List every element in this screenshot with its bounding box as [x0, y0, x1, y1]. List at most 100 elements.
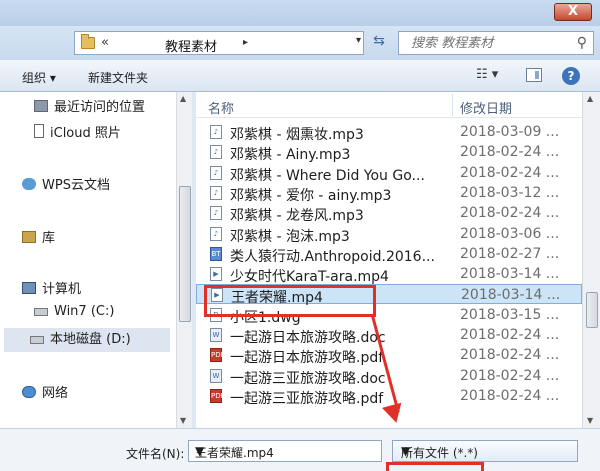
- navigation-scrollbar[interactable]: ▲ ▼: [176, 92, 192, 428]
- file-date: 2018-02-24 ...: [460, 367, 560, 384]
- file-row[interactable]: ♪ 邓紫棋 - Ainy.mp3 2018-02-24 ...: [196, 142, 582, 164]
- nav-item-computer[interactable]: 计算机: [22, 278, 81, 298]
- mp3-file-icon: ♪: [210, 185, 222, 200]
- preview-pane-icon[interactable]: [526, 68, 542, 82]
- nav-item-recent-places[interactable]: 最近访问的位置: [34, 96, 145, 116]
- address-overflow-chevron[interactable]: «: [101, 35, 109, 50]
- mp3-file-icon: ♪: [210, 226, 222, 241]
- file-date: 2018-03-12 ...: [460, 184, 560, 201]
- column-divider[interactable]: [452, 94, 453, 116]
- address-dropdown-icon[interactable]: ▾: [356, 35, 361, 46]
- recent-places-icon: [34, 100, 48, 112]
- file-date: 2018-02-24 ...: [460, 387, 560, 404]
- column-header-date[interactable]: 修改日期: [460, 98, 512, 117]
- file-date: 2018-02-24 ...: [460, 347, 560, 364]
- document-icon: [34, 124, 44, 138]
- address-bar[interactable]: « 教程素材 ▸ ▾: [74, 31, 364, 55]
- file-date: 2018-03-09 ...: [460, 124, 560, 140]
- search-icon[interactable]: ⚲: [577, 35, 587, 51]
- file-date: 2018-02-24 ...: [460, 205, 560, 222]
- refresh-button[interactable]: ⇆: [368, 33, 390, 53]
- file-name: 一起游日本旅游攻略.doc: [230, 330, 386, 346]
- new-folder-button[interactable]: 新建文件夹: [88, 69, 148, 86]
- file-row[interactable]: ▶ 少女时代KaraT-ara.mp4 2018-03-14 ...: [196, 264, 582, 286]
- filename-label: 文件名(N):: [126, 447, 185, 461]
- file-name: 一起游日本旅游攻略.pdf: [230, 350, 384, 367]
- nav-item-network[interactable]: 网络: [22, 382, 68, 402]
- file-date: 2018-02-27 ...: [460, 245, 560, 262]
- filetype-select[interactable]: 所有文件 (*.*) ▼: [392, 440, 578, 462]
- mp3-file-icon: ♪: [210, 165, 222, 180]
- file-name: 一起游三亚旅游攻略.doc: [230, 370, 386, 387]
- search-input[interactable]: [399, 32, 559, 54]
- file-date: 2018-03-14 ...: [460, 266, 560, 283]
- file-date: 2018-02-24 ...: [460, 144, 560, 161]
- file-name: 类人猿行动.Anthropoid.2016...: [230, 248, 435, 265]
- scroll-down-icon[interactable]: ▼: [587, 416, 593, 425]
- file-row[interactable]: ♪ 邓紫棋 - Where Did You Go... 2018-02-24 ...: [196, 163, 582, 184]
- file-name: 邓紫棋 - 龙卷风.mp3: [230, 208, 364, 225]
- nav-item-icloud-photos[interactable]: iCloud 照片: [34, 122, 121, 142]
- help-icon[interactable]: ?: [562, 67, 580, 85]
- chevron-down-icon[interactable]: ▼: [401, 444, 572, 458]
- file-date: 2018-03-14 ...: [461, 287, 561, 304]
- file-list-scroll-thumb[interactable]: [586, 292, 598, 328]
- column-header-name[interactable]: 名称: [208, 98, 234, 117]
- file-name: 一起游三亚旅游攻略.pdf: [230, 390, 384, 407]
- file-row[interactable]: PDF 一起游三亚旅游攻略.pdf 2018-02-24 ...: [196, 386, 582, 407]
- path-arrow-icon[interactable]: ▸: [243, 37, 248, 48]
- file-name: 邓紫棋 - Where Did You Go...: [230, 167, 425, 184]
- file-name: 少女时代KaraT-ara.mp4: [230, 269, 389, 286]
- drive-icon: [34, 308, 48, 316]
- navigation-pane: 最近访问的位置 iCloud 照片 WPS云文档 库 计算机 Win7 (C:)…: [0, 92, 176, 428]
- filename-input[interactable]: 王者荣耀.mp4 ▼: [188, 440, 382, 462]
- pdf-file-icon: PDF: [210, 388, 225, 403]
- scroll-up-icon[interactable]: ▲: [587, 94, 593, 103]
- nav-item-drive-d[interactable]: 本地磁盘 (D:): [4, 328, 170, 352]
- file-date: 2018-02-24 ...: [460, 327, 560, 343]
- file-row[interactable]: BT 类人猿行动.Anthropoid.2016... 2018-02-27 ...: [196, 244, 582, 265]
- address-path[interactable]: 教程素材: [165, 36, 217, 55]
- file-row[interactable]: ♪ 邓紫棋 - 爱你 - ainy.mp3 2018-03-12 ...: [196, 183, 582, 204]
- search-box[interactable]: ⚲: [398, 31, 594, 55]
- file-row[interactable]: ♪ 邓紫棋 - 龙卷风.mp3 2018-02-24 ...: [196, 203, 582, 225]
- file-date: 2018-03-06 ...: [460, 225, 560, 242]
- mp4-file-icon: ▶: [210, 267, 222, 282]
- file-name: 邓紫棋 - 爱你 - ainy.mp3: [230, 187, 392, 204]
- mp3-file-icon: ♪: [210, 145, 222, 160]
- folder-icon: [81, 34, 95, 49]
- title-bar: X: [0, 0, 600, 26]
- annotation-highlight-box-bottom: [386, 462, 484, 471]
- pdf-file-icon: PDF: [210, 348, 225, 363]
- file-date: 2018-03-15 ...: [460, 306, 560, 323]
- file-row[interactable]: ♪ 邓紫棋 - 泡沫.mp3 2018-03-06 ...: [196, 224, 582, 245]
- organize-menu[interactable]: 组织 ▾: [22, 69, 56, 86]
- file-name: 邓紫棋 - 泡沫.mp3: [230, 228, 350, 245]
- doc-file-icon: W: [210, 368, 222, 383]
- nav-item-wps-cloud[interactable]: WPS云文档: [22, 174, 110, 194]
- file-dialog-footer: 文件名(N): 王者荣耀.mp4 ▼ 所有文件 (*.*) ▼: [0, 428, 600, 471]
- mp3-file-icon: ♪: [210, 125, 222, 139]
- nav-item-libraries[interactable]: 库: [22, 227, 55, 247]
- bt-file-icon: BT: [210, 246, 222, 261]
- file-row[interactable]: PDF 一起游日本旅游攻略.pdf 2018-02-24 ...: [196, 345, 582, 367]
- scroll-down-icon[interactable]: ▼: [180, 416, 186, 425]
- cloud-icon: [22, 178, 36, 190]
- column-header: 名称 修改日期: [196, 92, 582, 118]
- navigation-scroll-thumb[interactable]: [179, 186, 191, 322]
- nav-item-drive-c[interactable]: Win7 (C:): [34, 304, 114, 324]
- mp3-file-icon: ♪: [210, 206, 222, 221]
- file-list-scrollbar[interactable]: ▲ ▼: [582, 92, 600, 428]
- library-icon: [22, 231, 36, 243]
- close-button[interactable]: X: [554, 3, 592, 21]
- file-name: 邓紫棋 - 烟熏妆.mp3: [230, 127, 364, 143]
- chevron-down-icon[interactable]: ▼: [195, 444, 377, 458]
- file-name: 邓紫棋 - Ainy.mp3: [230, 147, 351, 164]
- annotation-highlight-box: [204, 285, 376, 317]
- file-row[interactable]: W 一起游日本旅游攻略.doc 2018-02-24 ...: [196, 325, 582, 346]
- view-options-icon[interactable]: ☷ ▾: [476, 67, 498, 82]
- computer-icon: [22, 282, 36, 294]
- doc-file-icon: W: [210, 328, 222, 342]
- scroll-up-icon[interactable]: ▲: [180, 94, 186, 103]
- file-row[interactable]: ♪ 邓紫棋 - 烟熏妆.mp3 2018-03-09 ...: [196, 122, 582, 143]
